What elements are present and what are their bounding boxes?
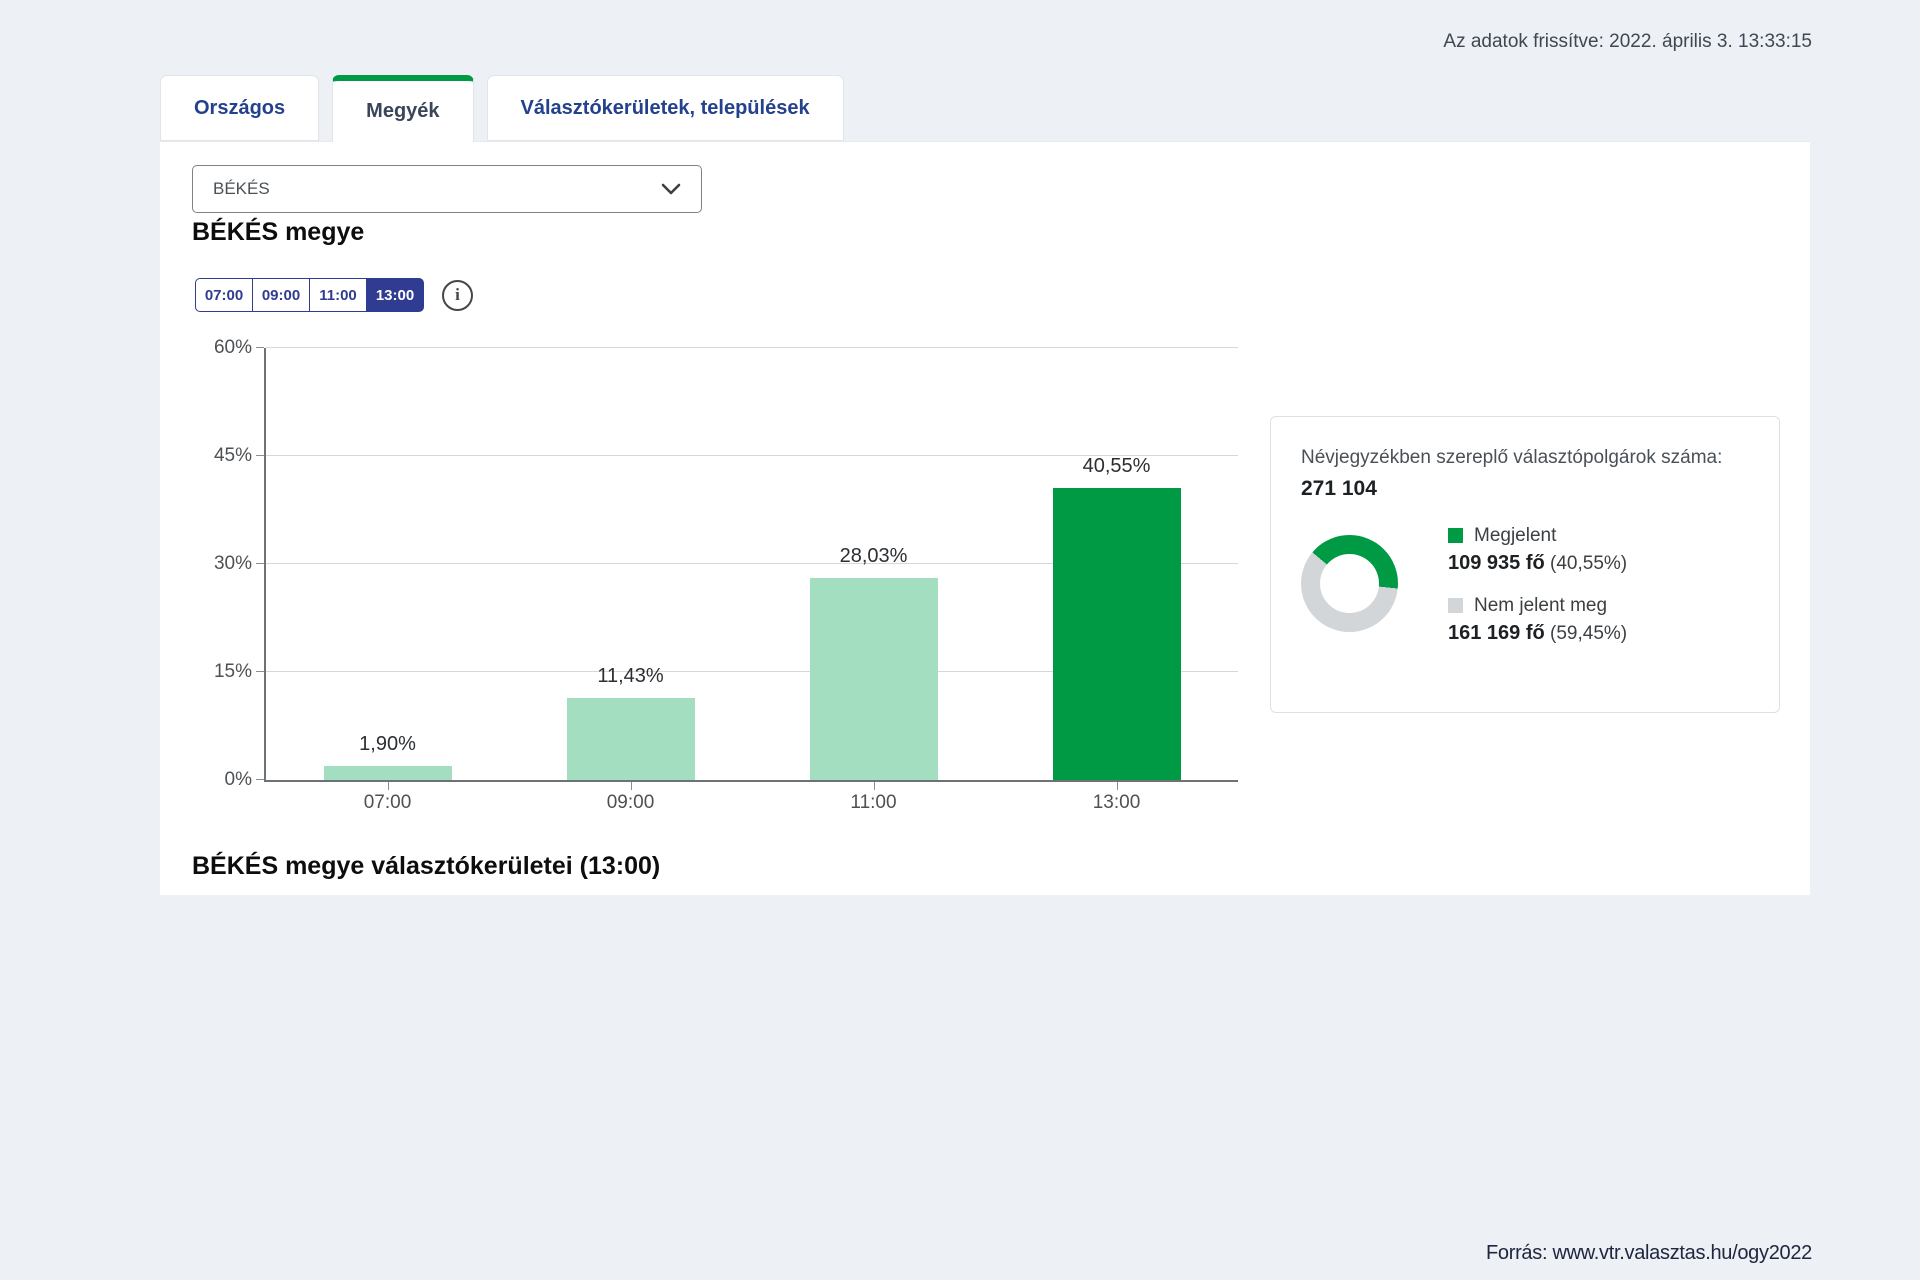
- x-axis-tick-label: 09:00: [551, 792, 711, 814]
- voters-total: 271 104: [1301, 477, 1749, 501]
- y-axis-tick: [256, 347, 264, 348]
- y-axis-tick-label: 45%: [192, 445, 252, 467]
- county-select[interactable]: BÉKÉS: [192, 165, 702, 213]
- county-title: BÉKÉS megye: [192, 218, 364, 247]
- x-axis-tick: [874, 782, 875, 790]
- legend-value-nem-jelent-meg: 161 169 fő: [1448, 622, 1545, 644]
- time-button-0700[interactable]: 07:00: [195, 278, 253, 312]
- y-axis-tick: [256, 563, 264, 564]
- time-button-1300[interactable]: 13:00: [366, 278, 424, 312]
- y-axis-tick-label: 30%: [192, 553, 252, 575]
- donut-legend: Megjelent 109 935 fő (40,55%) Nem jelent…: [1448, 525, 1627, 645]
- content-card: BÉKÉS BÉKÉS megye 07:00 09:00 11:00 13:0…: [160, 141, 1810, 895]
- tab-valasztokeruletek[interactable]: Választókerületek, települések: [487, 75, 844, 141]
- y-axis-tick-label: 15%: [192, 661, 252, 683]
- last-updated-text: Az adatok frissítve: 2022. április 3. 13…: [1443, 31, 1812, 53]
- donut-row: Megjelent 109 935 fő (40,55%) Nem jelent…: [1301, 525, 1749, 645]
- bar-07:00: [324, 766, 452, 780]
- turnout-donut-chart: [1301, 535, 1398, 632]
- bar-13:00: [1053, 488, 1181, 780]
- x-axis-tick: [1117, 782, 1118, 790]
- districts-subtitle: BÉKÉS megye választókerületei (13:00): [192, 852, 660, 881]
- bar-09:00: [567, 698, 695, 780]
- y-axis-tick: [256, 455, 264, 456]
- legend-pct-nem-jelent-meg: (59,45%): [1550, 623, 1627, 644]
- y-axis-tick: [256, 671, 264, 672]
- tab-bar: Országos Megyék Választókerületek, telep…: [160, 75, 844, 141]
- x-axis-tick-label: 11:00: [794, 792, 954, 814]
- plot-area: 0%15%30%45%60%1,90%07:0011,43%09:0028,03…: [264, 348, 1238, 782]
- info-icon[interactable]: i: [442, 280, 473, 311]
- legend-swatch-megjelent: [1448, 528, 1463, 543]
- source-text: Forrás: www.vtr.valasztas.hu/ogy2022: [1486, 1242, 1812, 1265]
- legend-value-megjelent: 109 935 fő: [1448, 552, 1545, 574]
- bar-value-label: 40,55%: [1037, 455, 1197, 478]
- x-axis-tick: [631, 782, 632, 790]
- legend-label-nem-jelent-meg: Nem jelent meg: [1474, 595, 1607, 617]
- voters-summary-panel: Névjegyzékben szereplő választópolgárok …: [1270, 416, 1780, 713]
- time-button-0900[interactable]: 09:00: [252, 278, 310, 312]
- tab-megyek[interactable]: Megyék: [332, 75, 473, 142]
- bar-value-label: 11,43%: [551, 665, 711, 688]
- chevron-down-icon: [661, 183, 681, 195]
- bar-value-label: 1,90%: [308, 733, 468, 756]
- x-axis-tick-label: 07:00: [308, 792, 468, 814]
- tab-orszagos[interactable]: Országos: [160, 75, 319, 141]
- x-axis-tick: [388, 782, 389, 790]
- legend-label-megjelent: Megjelent: [1474, 525, 1556, 547]
- time-button-1100[interactable]: 11:00: [309, 278, 367, 312]
- bar-11:00: [810, 578, 938, 780]
- x-axis-tick-label: 13:00: [1037, 792, 1197, 814]
- county-select-value: BÉKÉS: [213, 179, 270, 199]
- turnout-bar-chart: 0%15%30%45%60%1,90%07:0011,43%09:0028,03…: [264, 348, 1238, 782]
- time-filter-group: 07:00 09:00 11:00 13:00 i: [195, 278, 473, 312]
- legend-pct-megjelent: (40,55%): [1550, 553, 1627, 574]
- y-axis-tick-label: 60%: [192, 337, 252, 359]
- y-axis-tick-label: 0%: [192, 769, 252, 791]
- legend-item-nem-jelent-meg: Nem jelent meg 161 169 fő (59,45%): [1448, 595, 1627, 645]
- legend-item-megjelent: Megjelent 109 935 fő (40,55%): [1448, 525, 1627, 575]
- legend-swatch-nem-jelent-meg: [1448, 598, 1463, 613]
- y-axis-tick: [256, 779, 264, 780]
- gridline: [266, 347, 1238, 348]
- bar-value-label: 28,03%: [794, 545, 954, 568]
- voters-summary-title: Névjegyzékben szereplő választópolgárok …: [1301, 445, 1749, 472]
